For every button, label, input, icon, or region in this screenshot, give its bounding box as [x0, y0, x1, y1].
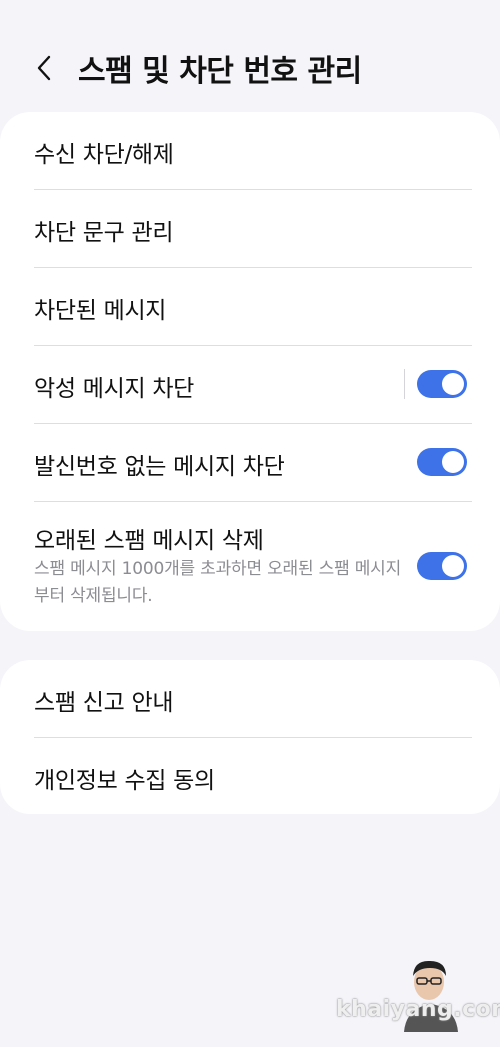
menu-item-label: 개인정보 수집 동의: [34, 768, 215, 794]
menu-item-blocked-phrases[interactable]: 차단 문구 관리: [0, 190, 500, 267]
page-title: 스팸 및 차단 번호 관리: [78, 54, 362, 89]
menu-item-description: 스팸 메시지 1000개를 초과하면 오래된 스팸 메시지부터 삭제됩니다.: [34, 559, 402, 606]
menu-item-label: 발신번호 없는 메시지 차단: [34, 454, 285, 480]
settings-card-spam-info: 스팸 신고 안내 개인정보 수집 동의: [0, 660, 500, 814]
menu-item-malicious-message-block[interactable]: 악성 메시지 차단: [0, 346, 500, 423]
menu-item-spam-report-guide[interactable]: 스팸 신고 안내: [0, 660, 500, 737]
vertical-separator: [404, 369, 405, 399]
menu-item-no-caller-id-block[interactable]: 발신번호 없는 메시지 차단: [0, 424, 500, 501]
menu-item-label: 악성 메시지 차단: [34, 376, 195, 402]
toggle-knob: [442, 451, 464, 473]
menu-item-privacy-consent[interactable]: 개인정보 수집 동의: [0, 738, 500, 814]
settings-card-block-options: 수신 차단/해제 차단 문구 관리 차단된 메시지 악성 메시지 차단 발신번호…: [0, 112, 500, 631]
no-caller-id-block-toggle[interactable]: [417, 448, 467, 476]
menu-item-label: 수신 차단/해제: [34, 142, 174, 168]
menu-item-label: 스팸 신고 안내: [34, 690, 174, 716]
toggle-knob: [442, 373, 464, 395]
menu-item-blocked-messages[interactable]: 차단된 메시지: [0, 268, 500, 345]
menu-item-label: 차단된 메시지: [34, 298, 167, 324]
toggle-knob: [442, 555, 464, 577]
back-button[interactable]: [26, 48, 62, 88]
menu-item-label: 차단 문구 관리: [34, 220, 174, 246]
chevron-left-icon: [37, 55, 51, 81]
menu-item-label: 오래된 스팸 메시지 삭제: [34, 528, 264, 554]
watermark-text: khaiyang.com: [336, 997, 500, 1022]
delete-old-spam-toggle[interactable]: [417, 552, 467, 580]
menu-item-delete-old-spam[interactable]: 오래된 스팸 메시지 삭제 스팸 메시지 1000개를 초과하면 오래된 스팸 …: [0, 502, 500, 622]
menu-item-block-unblock[interactable]: 수신 차단/해제: [0, 112, 500, 189]
app-header: 스팸 및 차단 번호 관리: [0, 0, 500, 110]
malicious-block-toggle[interactable]: [417, 370, 467, 398]
